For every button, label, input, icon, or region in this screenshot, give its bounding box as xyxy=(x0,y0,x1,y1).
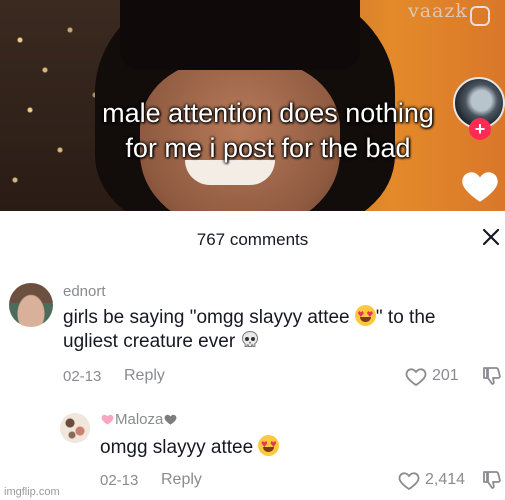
comment-date: 02-13 xyxy=(63,368,102,385)
caption-line-1: male attention does nothing xyxy=(102,98,434,128)
reply-comment-date: 02-13 xyxy=(100,472,139,489)
comment-text-line-1: girls be saying "omgg slayyy attee " to … xyxy=(63,305,436,328)
follow-button[interactable]: + xyxy=(469,118,491,140)
comments-count-title: 767 comments xyxy=(196,230,309,249)
watermark-logo-icon xyxy=(470,6,490,26)
pink-heart-icon xyxy=(101,414,114,425)
heart-eyes-emoji-icon xyxy=(258,435,280,456)
commenter-avatar[interactable] xyxy=(9,283,53,327)
close-icon[interactable] xyxy=(479,225,503,249)
comment-text: girls be saying "omgg slayyy attee " to … xyxy=(63,305,503,354)
reply-comment-text: omgg slayyy attee xyxy=(100,435,280,460)
comment-text-line-2: ugliest creature ever xyxy=(63,330,503,354)
skull-emoji-icon xyxy=(242,330,259,347)
comments-panel: 767 comments ednort girls be saying "omg… xyxy=(0,211,505,500)
like-heart-icon[interactable] xyxy=(459,165,501,207)
like-count-2: 2,414 xyxy=(425,471,466,488)
thumbs-down-icon-2[interactable] xyxy=(480,469,502,491)
reply-button-2[interactable]: Reply xyxy=(161,471,202,489)
video-subject-bangs xyxy=(120,0,360,70)
video-watermark: vaazk xyxy=(408,0,468,22)
reply-commenter-username[interactable]: Maloza xyxy=(100,411,178,428)
video-caption: male attention does nothing for me i pos… xyxy=(58,96,478,166)
heart-outline-icon[interactable] xyxy=(404,365,428,387)
reply-commenter-avatar[interactable] xyxy=(60,413,90,443)
caption-line-2: for me i post for the bad xyxy=(125,133,411,163)
reply-button[interactable]: Reply xyxy=(124,367,165,385)
imgflip-watermark: imgflip.com xyxy=(4,486,60,498)
commenter-username[interactable]: ednort xyxy=(63,283,106,300)
heart-outline-icon-2[interactable] xyxy=(397,469,421,491)
thumbs-down-icon[interactable] xyxy=(480,365,502,387)
grey-heart-icon xyxy=(164,414,177,425)
like-count: 201 xyxy=(432,367,459,384)
video-player[interactable]: vaazk male attention does nothing for me… xyxy=(0,0,505,211)
heart-eyes-emoji-icon xyxy=(354,305,376,326)
